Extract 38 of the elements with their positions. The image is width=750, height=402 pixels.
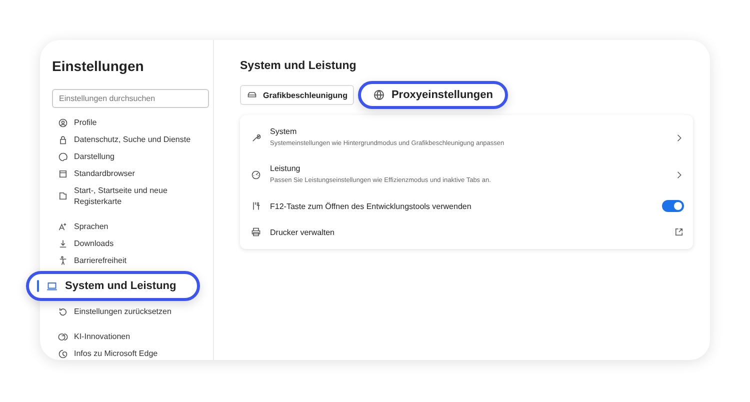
toggle-switch[interactable]: [662, 200, 684, 212]
browser-icon: [58, 168, 68, 178]
accessibility-icon: [58, 256, 68, 266]
gauge-icon: [251, 170, 261, 180]
settings-row[interactable]: Drucker verwalten: [240, 219, 693, 245]
tab[interactable]: Proxyeinstellungen: [358, 81, 508, 109]
sidebar-item[interactable]: Darstellung: [52, 148, 201, 165]
lock-icon: [58, 134, 68, 144]
settings-row[interactable]: F12-Taste zum Öffnen des Entwicklungstools verwenden: [240, 193, 693, 219]
setting-title: Drucker verwalten: [270, 226, 336, 238]
search-field[interactable]: Einstellungen durchsuchen: [52, 89, 209, 108]
language-icon: [58, 222, 68, 232]
sidebar-item[interactable]: Start-, Startseite und neue Registerkarte: [52, 182, 201, 210]
sidebar-item[interactable]: Datenschutz, Suche und Dienste: [52, 131, 201, 148]
sidebar-item[interactable]: Einstellungen zurücksetzen: [52, 303, 201, 320]
sidebar-item[interactable]: Standardbrowser: [52, 165, 201, 182]
setting-title: F12-Taste zum Öffnen des Entwicklungstools verwenden: [270, 200, 472, 212]
download-icon: [58, 238, 68, 248]
globe-icon: [373, 89, 386, 101]
gpu-icon: [247, 90, 257, 100]
sidebar-item[interactable]: Downloads: [52, 235, 201, 252]
reset-icon: [58, 306, 68, 316]
tab-icon: [58, 191, 68, 201]
sidebar-item[interactable]: Infos zu Microsoft Edge: [52, 345, 201, 362]
setting-title: System: [270, 126, 298, 137]
sidebar-item[interactable]: Profile: [52, 114, 201, 131]
tab[interactable]: Grafikbeschleunigung: [240, 85, 354, 105]
sidebar-item[interactable]: Sprachen: [52, 218, 201, 235]
page-title: System und Leistung: [240, 60, 358, 72]
external-link-icon: [674, 227, 684, 237]
setting-title: Leistung: [270, 163, 302, 174]
printer-icon: [251, 227, 261, 237]
sidebar-item[interactable]: System und Leistung: [26, 271, 200, 301]
sidebar-item[interactable]: KI-Innovationen: [52, 328, 201, 345]
sidebar-item[interactable]: Barrierefreiheit: [52, 252, 201, 269]
profile-icon: [58, 118, 68, 128]
laptop-icon: [46, 280, 58, 292]
sidebar-title: Einstellungen: [52, 58, 145, 74]
